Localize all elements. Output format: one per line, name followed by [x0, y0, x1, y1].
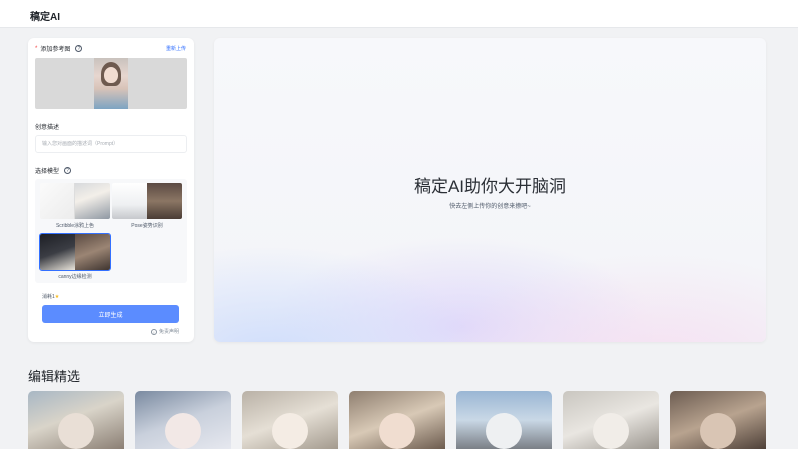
model-option-label: Scribble涂鸦上色	[55, 223, 95, 229]
info-circle-icon: i	[150, 328, 157, 335]
reference-image	[94, 58, 128, 109]
app-logo[interactable]: 稿定AI	[30, 8, 60, 23]
disclaimer-label: 免责声明	[158, 329, 179, 335]
gallery-item[interactable]	[242, 391, 338, 449]
model-thumbnail	[112, 183, 147, 219]
reference-image-box[interactable]	[35, 58, 187, 109]
question-circle-icon[interactable]: ?	[64, 167, 72, 174]
required-mark: *	[35, 45, 38, 52]
reference-section-title: * 添加参考图 ?	[35, 44, 83, 53]
gallery-thumbnail	[58, 413, 94, 449]
model-thumbnail	[147, 183, 182, 219]
model-option-label: canny边缘检测	[58, 274, 92, 280]
model-thumbnail	[75, 234, 110, 270]
model-section-title: 选择模型 ?	[35, 166, 72, 175]
canvas-title: 稿定AI助你大开脑洞	[413, 177, 567, 196]
model-thumbnail	[40, 183, 75, 219]
gallery-heading: 编辑精选	[28, 369, 81, 384]
gallery-thumbnail	[165, 413, 201, 449]
control-panel: * 添加参考图 ? 重新上传 创意描述 选择模型 ? Scribble涂鸦上色	[28, 38, 194, 342]
cost-text: 消耗1	[42, 294, 55, 300]
model-thumbnail	[75, 183, 110, 219]
gallery-item[interactable]	[670, 391, 766, 449]
gallery-thumbnail	[272, 413, 308, 449]
canvas-subtitle: 快去左侧上传你的创意来撩吧~	[449, 204, 531, 210]
prompt-label: 创意描述	[35, 125, 60, 131]
prompt-section-title: 创意描述	[35, 122, 59, 131]
gallery-thumbnail	[486, 413, 522, 449]
gallery-item[interactable]	[349, 391, 445, 449]
prompt-input[interactable]	[35, 135, 187, 153]
top-bar: 稿定AI	[0, 0, 798, 28]
model-option-label: Pose姿势识别	[131, 223, 163, 229]
gallery-item[interactable]	[28, 391, 124, 449]
gallery-thumbnail	[379, 413, 415, 449]
model-option-canny[interactable]: canny边缘检测	[39, 233, 111, 280]
model-selector: Scribble涂鸦上色 Pose姿势识别 canny边缘检测	[35, 179, 187, 283]
cost-indicator: 消耗1★	[42, 293, 59, 300]
model-thumbnail	[40, 234, 75, 270]
reupload-button[interactable]: 重新上传	[166, 45, 186, 52]
generate-button[interactable]: 立即生成	[42, 305, 179, 323]
gallery-item[interactable]	[456, 391, 552, 449]
gallery-thumbnail	[593, 413, 629, 449]
gallery-item[interactable]	[563, 391, 659, 449]
model-option-pose[interactable]: Pose姿势识别	[112, 183, 182, 229]
star-icon: ★	[54, 294, 60, 300]
reference-label: 添加参考图	[40, 47, 71, 53]
model-option-scribble[interactable]: Scribble涂鸦上色	[40, 183, 110, 229]
gallery-item[interactable]	[135, 391, 231, 449]
question-circle-icon[interactable]: ?	[75, 45, 83, 52]
model-label: 选择模型	[35, 169, 60, 175]
disclaimer-link[interactable]: i 免责声明	[150, 328, 179, 335]
gallery-thumbnail	[700, 413, 736, 449]
result-canvas: 稿定AI助你大开脑洞 快去左侧上传你的创意来撩吧~	[214, 38, 766, 342]
